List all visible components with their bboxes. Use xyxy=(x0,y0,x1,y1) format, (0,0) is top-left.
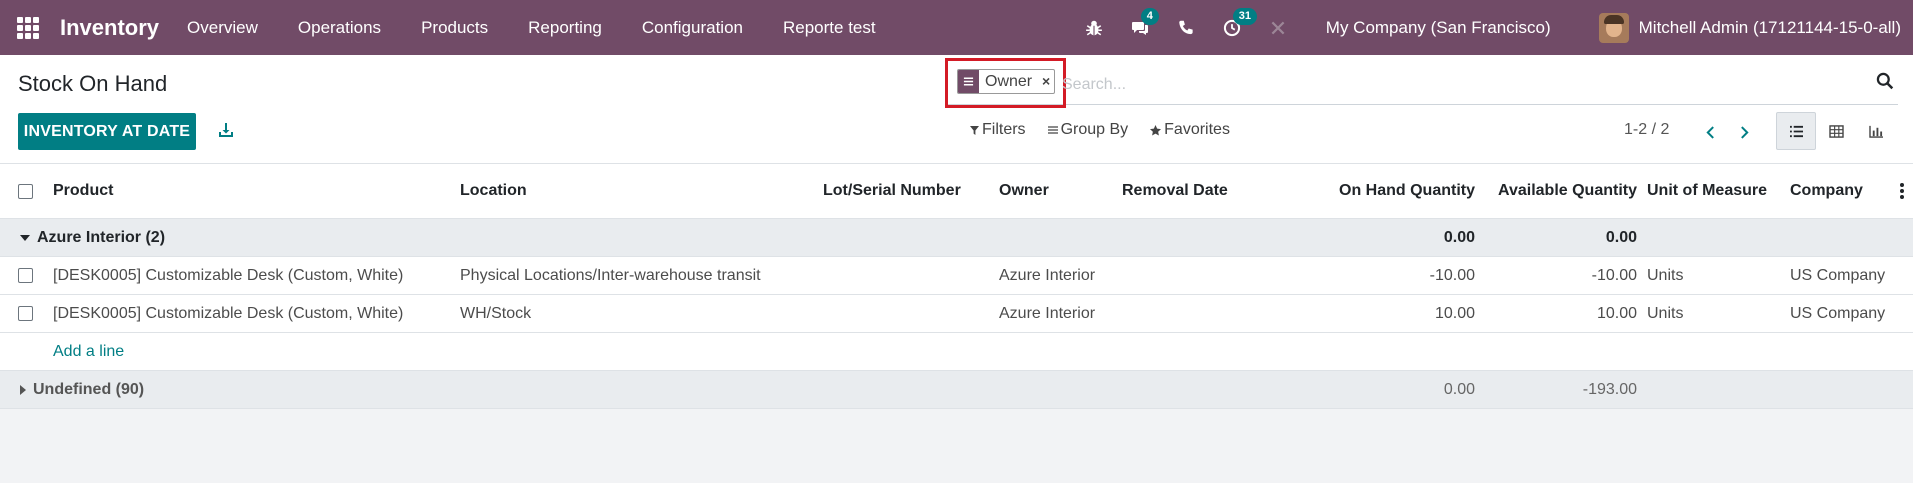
group-on-hand-sum: 0.00 xyxy=(1443,228,1475,246)
company-switcher[interactable]: My Company (San Francisco) xyxy=(1326,18,1551,38)
download-icon[interactable] xyxy=(216,120,236,140)
app-name[interactable]: Inventory xyxy=(60,15,159,41)
list-view-icon[interactable] xyxy=(1776,112,1816,150)
header-on-hand[interactable]: On Hand Quantity xyxy=(1300,164,1475,218)
inventory-at-date-button[interactable]: INVENTORY AT DATE xyxy=(18,113,196,150)
search-facet-label: Owner xyxy=(985,73,1033,90)
group-name: Undefined (90) xyxy=(33,380,145,398)
graph-view-icon[interactable] xyxy=(1856,112,1896,150)
menu-operations[interactable]: Operations xyxy=(298,18,381,38)
cell-product: [DESK0005] Customizable Desk (Custom, Wh… xyxy=(53,304,404,322)
search-icon[interactable] xyxy=(1876,72,1898,94)
select-all-checkbox[interactable] xyxy=(18,183,33,199)
filter-bar: Filters Group By Favorites xyxy=(970,121,1252,139)
caret-right-icon xyxy=(20,384,26,395)
control-panel: Stock On Hand INVENTORY AT DATE Owner × … xyxy=(0,55,1913,164)
activities-count-badge: 31 xyxy=(1232,7,1258,25)
pivot-view-icon[interactable] xyxy=(1816,112,1856,150)
search-input[interactable] xyxy=(1062,71,1862,99)
group-available-sum: -193.00 xyxy=(1582,380,1637,398)
user-menu[interactable]: Mitchell Admin (17121144-15-0-all) xyxy=(1639,18,1901,38)
navbar-systray: 4 31 My Company (San Francisco) Mitchell… xyxy=(1058,0,1901,55)
page-title: Stock On Hand xyxy=(18,71,168,96)
table-row[interactable]: [DESK0005] Customizable Desk (Custom, Wh… xyxy=(0,295,1913,333)
search-facet-owner[interactable]: Owner × xyxy=(957,69,1056,94)
row-checkbox[interactable] xyxy=(18,306,33,321)
cell-available: 10.00 xyxy=(1596,304,1637,322)
filters-label: Filters xyxy=(982,121,1026,138)
filters-dropdown[interactable]: Filters xyxy=(970,121,1026,139)
cell-location: WH/Stock xyxy=(460,304,532,322)
row-select-cell xyxy=(18,295,33,332)
row-checkbox[interactable] xyxy=(18,268,33,283)
group-by-dropdown[interactable]: Group By xyxy=(1047,121,1129,139)
tools-icon[interactable] xyxy=(1268,18,1288,38)
phone-icon[interactable] xyxy=(1176,18,1196,38)
view-switcher xyxy=(1776,112,1896,150)
cell-uom: Units xyxy=(1647,266,1684,284)
select-all-cell xyxy=(18,164,33,218)
star-icon xyxy=(1150,124,1162,136)
menu-products[interactable]: Products xyxy=(421,18,488,38)
filter-icon xyxy=(970,125,979,135)
pager-nav xyxy=(1693,121,1761,143)
caret-down-icon xyxy=(20,234,30,241)
activities-clock-icon[interactable]: 31 xyxy=(1222,7,1258,38)
pager-next-icon[interactable] xyxy=(1727,121,1761,143)
favorites-dropdown[interactable]: Favorites xyxy=(1150,121,1230,139)
menu-reporting[interactable]: Reporting xyxy=(528,18,602,38)
top-navbar: Inventory Overview Operations Products R… xyxy=(0,0,1913,55)
messages-count-badge: 4 xyxy=(1140,7,1159,25)
header-company[interactable]: Company xyxy=(1790,164,1863,218)
user-avatar[interactable] xyxy=(1598,12,1629,43)
group-available-sum: 0.00 xyxy=(1605,228,1637,246)
pager-value[interactable]: 1-2 / 2 xyxy=(1624,121,1669,139)
group-by-label: Group By xyxy=(1060,121,1129,138)
cell-owner: Azure Interior xyxy=(999,304,1096,322)
cell-location: Physical Locations/Inter-warehouse trans… xyxy=(460,266,761,284)
add-line-row: Add a line xyxy=(0,333,1913,371)
cell-company: US Company xyxy=(1790,266,1886,284)
group-on-hand-sum: 0.00 xyxy=(1443,380,1475,398)
header-removal-date[interactable]: Removal Date xyxy=(1122,164,1228,218)
row-select-cell xyxy=(18,257,33,294)
cell-product: [DESK0005] Customizable Desk (Custom, Wh… xyxy=(53,266,404,284)
cell-owner: Azure Interior xyxy=(999,266,1096,284)
header-location[interactable]: Location xyxy=(460,164,527,218)
optional-columns-icon[interactable] xyxy=(1900,164,1904,218)
pager-previous-icon[interactable] xyxy=(1693,121,1727,143)
table-row[interactable]: [DESK0005] Customizable Desk (Custom, Wh… xyxy=(0,257,1913,295)
stock-table: Product Location Lot/Serial Number Owner… xyxy=(0,164,1913,409)
cell-available: -10.00 xyxy=(1591,266,1637,284)
menu-configuration[interactable]: Configuration xyxy=(642,18,743,38)
cell-company: US Company xyxy=(1790,304,1886,322)
cell-uom: Units xyxy=(1647,304,1684,322)
group-name: Azure Interior (2) xyxy=(37,228,166,246)
header-available[interactable]: Available Quantity xyxy=(1480,164,1637,218)
header-uom[interactable]: Unit of Measure xyxy=(1647,164,1767,218)
group-row-azure-interior[interactable]: Azure Interior (2) 0.00 0.00 xyxy=(0,219,1913,257)
header-lot[interactable]: Lot/Serial Number xyxy=(823,164,961,218)
facet-remove-icon[interactable]: × xyxy=(1038,70,1054,93)
group-label: Undefined (90) xyxy=(20,371,144,408)
add-a-line-link[interactable]: Add a line xyxy=(53,333,124,370)
favorites-label: Favorites xyxy=(1164,121,1230,138)
group-label: Azure Interior (2) xyxy=(20,219,165,256)
menu-overview[interactable]: Overview xyxy=(187,18,258,38)
bug-icon[interactable] xyxy=(1084,18,1104,38)
table-header: Product Location Lot/Serial Number Owner… xyxy=(0,164,1913,219)
header-product[interactable]: Product xyxy=(53,164,113,218)
apps-menu-icon[interactable] xyxy=(16,16,40,40)
header-owner[interactable]: Owner xyxy=(999,164,1049,218)
menu-reporte-test[interactable]: Reporte test xyxy=(783,18,876,38)
cell-on-hand: -10.00 xyxy=(1429,266,1475,284)
messages-icon[interactable]: 4 xyxy=(1130,7,1159,38)
group-by-icon xyxy=(958,70,979,93)
cell-on-hand: 10.00 xyxy=(1434,304,1475,322)
group-by-icon xyxy=(1047,126,1058,134)
group-row-undefined[interactable]: Undefined (90) 0.00 -193.00 xyxy=(0,371,1913,409)
